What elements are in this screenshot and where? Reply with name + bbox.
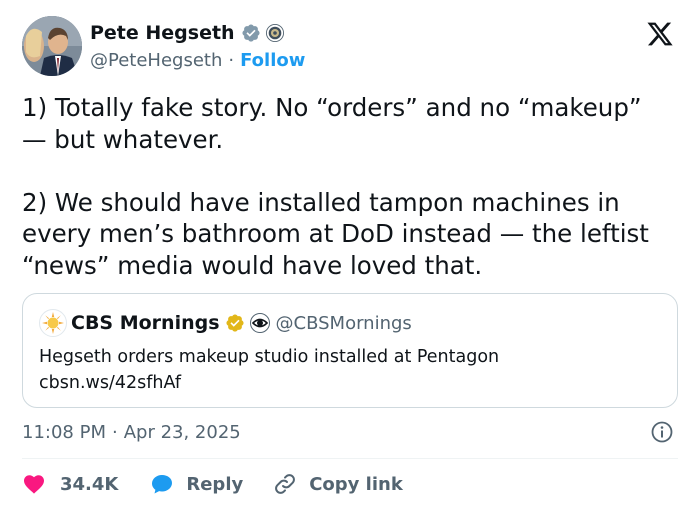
x-logo-icon[interactable]	[644, 20, 676, 48]
government-seal-icon	[265, 24, 284, 42]
quoted-tweet-header: CBS Mornings @CBSMornings	[39, 309, 412, 337]
divider	[22, 458, 678, 459]
reply-label: Reply	[186, 473, 244, 495]
author-handle-row: @PeteHegseth · Follow	[90, 48, 305, 72]
reply-bubble-icon	[152, 475, 173, 494]
quoted-tweet[interactable]: CBS Mornings @CBSMornings Hegseth orders…	[22, 293, 678, 408]
link-icon	[275, 474, 296, 494]
copy-link-label: Copy link	[309, 473, 403, 495]
quoted-author-avatar[interactable]	[39, 309, 67, 337]
copy-link-button[interactable]: Copy link	[273, 472, 403, 496]
info-icon[interactable]	[650, 420, 674, 444]
author-name[interactable]: Pete Hegseth	[90, 22, 235, 44]
tweet-timestamp[interactable]: 11:08 PM · Apr 23, 2025	[22, 420, 241, 444]
author-name-row: Pete Hegseth	[90, 20, 284, 46]
tweet-time: 11:08 PM	[22, 421, 106, 443]
tweet-date: Apr 23, 2025	[123, 421, 241, 443]
tweet-text: 1) Totally fake story. No “orders” and n…	[22, 93, 649, 280]
reply-button[interactable]: Reply	[150, 472, 243, 496]
verified-badge-icon	[242, 24, 260, 42]
author-avatar[interactable]	[22, 16, 82, 76]
tweet-actions: 34.4K Reply Copy link	[22, 470, 403, 498]
like-count: 34.4K	[60, 473, 119, 495]
separator-dot: ·	[111, 421, 118, 443]
author-handle[interactable]: @PeteHegseth	[90, 50, 222, 71]
sun-logo-icon	[42, 312, 64, 334]
heart-icon	[24, 475, 44, 494]
follow-button[interactable]: Follow	[240, 50, 305, 71]
cbs-eye-logo-icon	[249, 313, 270, 333]
separator-dot: ·	[228, 49, 235, 71]
verified-gold-badge-icon	[225, 314, 244, 332]
like-button[interactable]: 34.4K	[22, 472, 118, 496]
quoted-author-name[interactable]: CBS Mornings	[71, 312, 220, 334]
tweet-card: Pete Hegseth @PeteHegseth · Follow 1) To…	[0, 0, 700, 511]
quoted-author-handle[interactable]: @CBSMornings	[276, 313, 412, 334]
quoted-tweet-text: Hegseth orders makeup studio installed a…	[39, 347, 500, 393]
